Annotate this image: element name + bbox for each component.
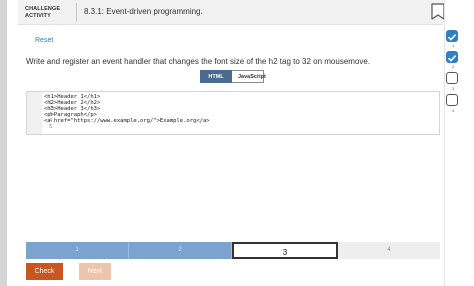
left-edge-bar: [0, 0, 7, 286]
level-4-segment[interactable]: 4: [338, 242, 440, 259]
step-3-number: 3: [452, 86, 455, 91]
step-2-number: 2: [452, 64, 455, 69]
instructions-text: Write and register an event handler that…: [26, 57, 371, 66]
step-2-indicator[interactable]: [446, 51, 460, 63]
empty-box-icon: [446, 72, 458, 84]
activity-header: CHALLENGE ACTIVITY 8.3.1: Event-driven p…: [18, 0, 443, 25]
step-1-number: 1: [452, 43, 455, 48]
activity-type-label: CHALLENGE ACTIVITY: [25, 6, 61, 19]
code-editor[interactable]: 1 <h1>Header 1</h1> 2 <h2>Header 2</h2> …: [26, 91, 440, 135]
code-line[interactable]: 5 <a href="https://www.example.org/">Exa…: [27, 118, 210, 130]
level-progress-bar: 1 2 3 4: [26, 242, 440, 259]
tab-javascript[interactable]: JavaScript: [232, 70, 266, 83]
step-3-indicator[interactable]: [446, 72, 460, 84]
check-button[interactable]: Check: [26, 263, 63, 280]
step-4-number: 4: [452, 108, 455, 113]
step-4-indicator[interactable]: [446, 94, 460, 106]
header-divider: [76, 3, 77, 22]
line-number: 5: [48, 124, 53, 130]
next-button[interactable]: Next: [79, 263, 111, 280]
check-icon: [446, 30, 458, 42]
language-tabs: HTML JavaScript: [200, 70, 266, 83]
step-1-indicator[interactable]: [446, 30, 460, 42]
activity-title: 8.3.1: Event-driven programming.: [84, 7, 203, 16]
level-1-segment[interactable]: 1: [26, 242, 129, 259]
line-code: <a href="https://www.example.org/">Examp…: [44, 118, 210, 124]
bookmark-icon[interactable]: [431, 3, 445, 21]
check-icon: [446, 51, 458, 63]
tab-html[interactable]: HTML: [200, 70, 232, 83]
reset-link[interactable]: Reset: [35, 37, 53, 44]
empty-box-icon: [446, 94, 458, 106]
level-3-segment[interactable]: 3: [232, 242, 338, 259]
level-2-segment[interactable]: 2: [129, 242, 232, 259]
